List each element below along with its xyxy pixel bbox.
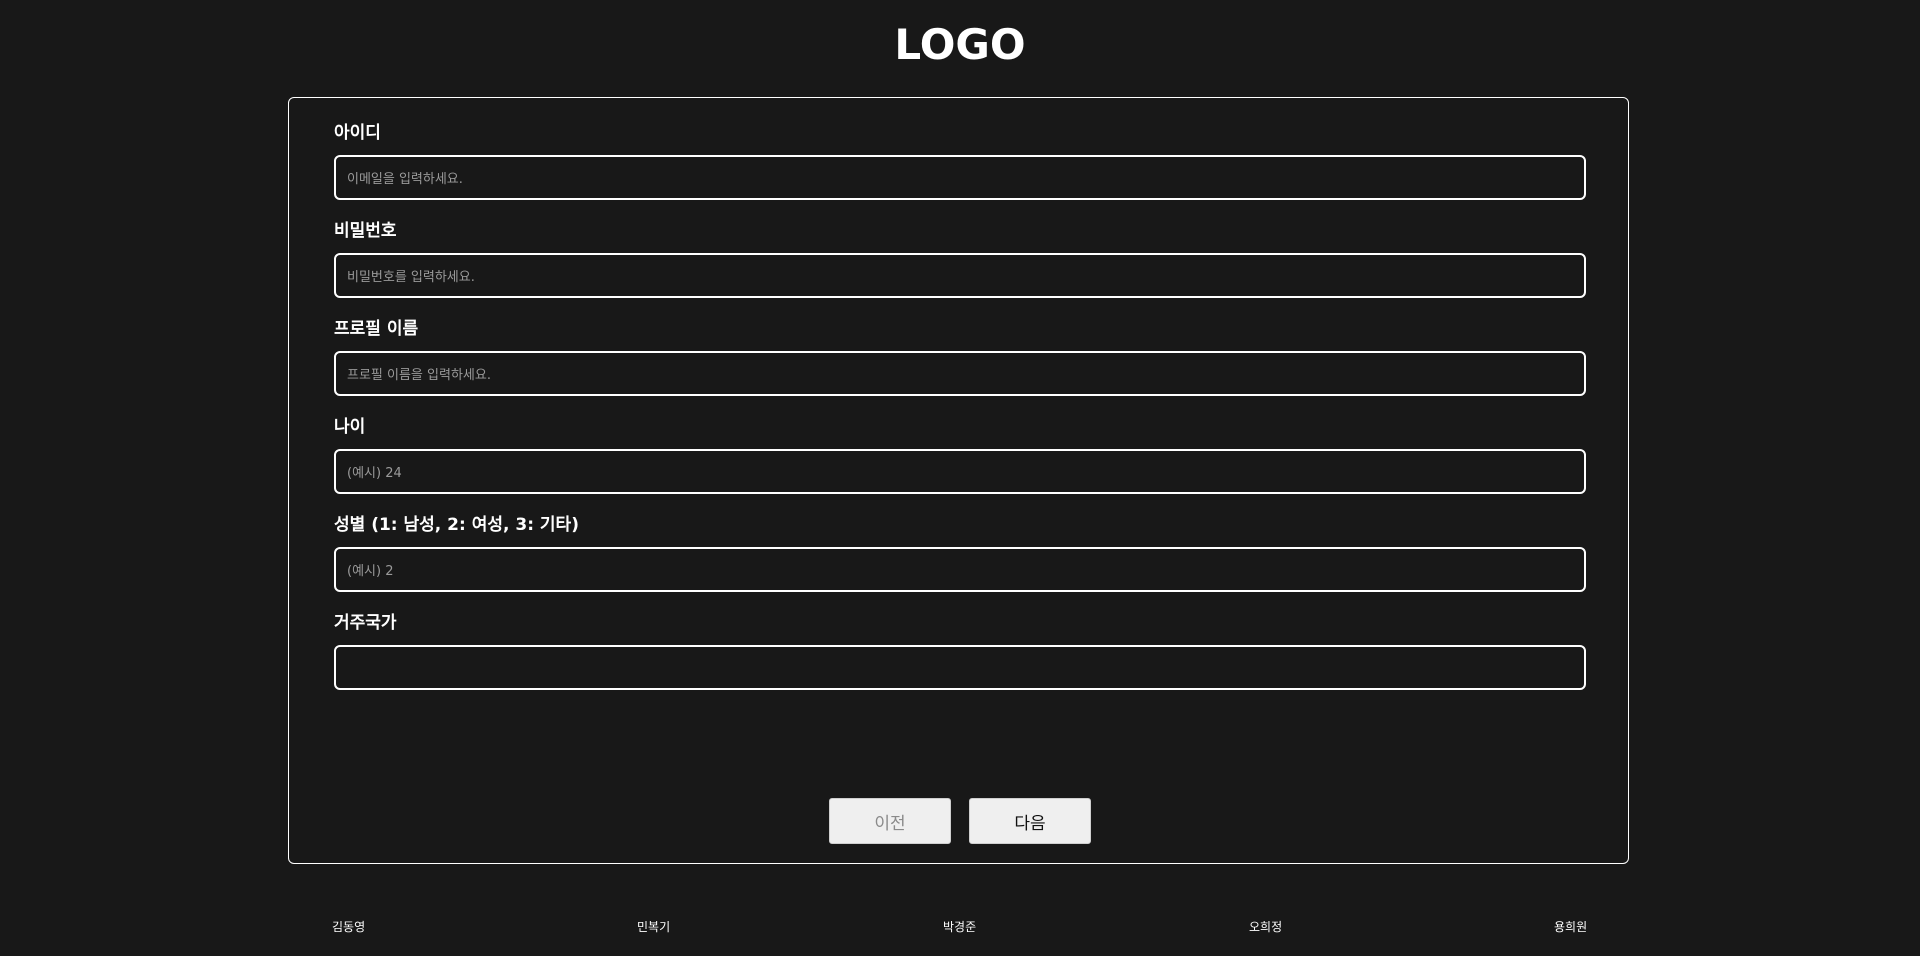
country-field-group: 거주국가 [334,612,1586,690]
password-field-group: 비밀번호 [334,220,1586,298]
profile-name-input[interactable] [334,351,1586,396]
age-field-group: 나이 [334,416,1586,494]
gender-field-group: 성별 (1: 남성, 2: 여성, 3: 기타) [334,514,1586,592]
footer: 김동영 민복기 박경준 오희정 용희원 [0,917,1920,937]
signup-page: LOGO 아이디 비밀번호 프로필 이름 나이 성별 (1: 남성, 2: 여성… [0,0,1920,956]
id-label: 아이디 [334,123,381,143]
country-label: 거주국가 [334,613,397,633]
footer-member-name: 오희정 [1249,920,1283,934]
prev-button[interactable]: 이전 [829,798,951,844]
id-input[interactable] [334,155,1586,200]
next-button[interactable]: 다음 [969,798,1091,844]
footer-member-name: 김동영 [332,920,366,934]
footer-member-name: 용희원 [1554,920,1588,934]
gender-input[interactable] [334,547,1586,592]
signup-form: 아이디 비밀번호 프로필 이름 나이 성별 (1: 남성, 2: 여성, 3: … [288,97,1629,864]
country-input[interactable] [334,645,1586,690]
profile-name-label: 프로필 이름 [334,319,419,339]
password-label: 비밀번호 [334,221,397,241]
id-field-group: 아이디 [334,122,1586,200]
age-input[interactable] [334,449,1586,494]
footer-member-name: 민복기 [637,920,671,934]
footer-member-name: 박경준 [943,920,977,934]
gender-label: 성별 (1: 남성, 2: 여성, 3: 기타) [334,515,579,535]
profile-name-field-group: 프로필 이름 [334,318,1586,396]
age-label: 나이 [334,417,366,437]
logo: LOGO [894,20,1026,69]
password-input[interactable] [334,253,1586,298]
